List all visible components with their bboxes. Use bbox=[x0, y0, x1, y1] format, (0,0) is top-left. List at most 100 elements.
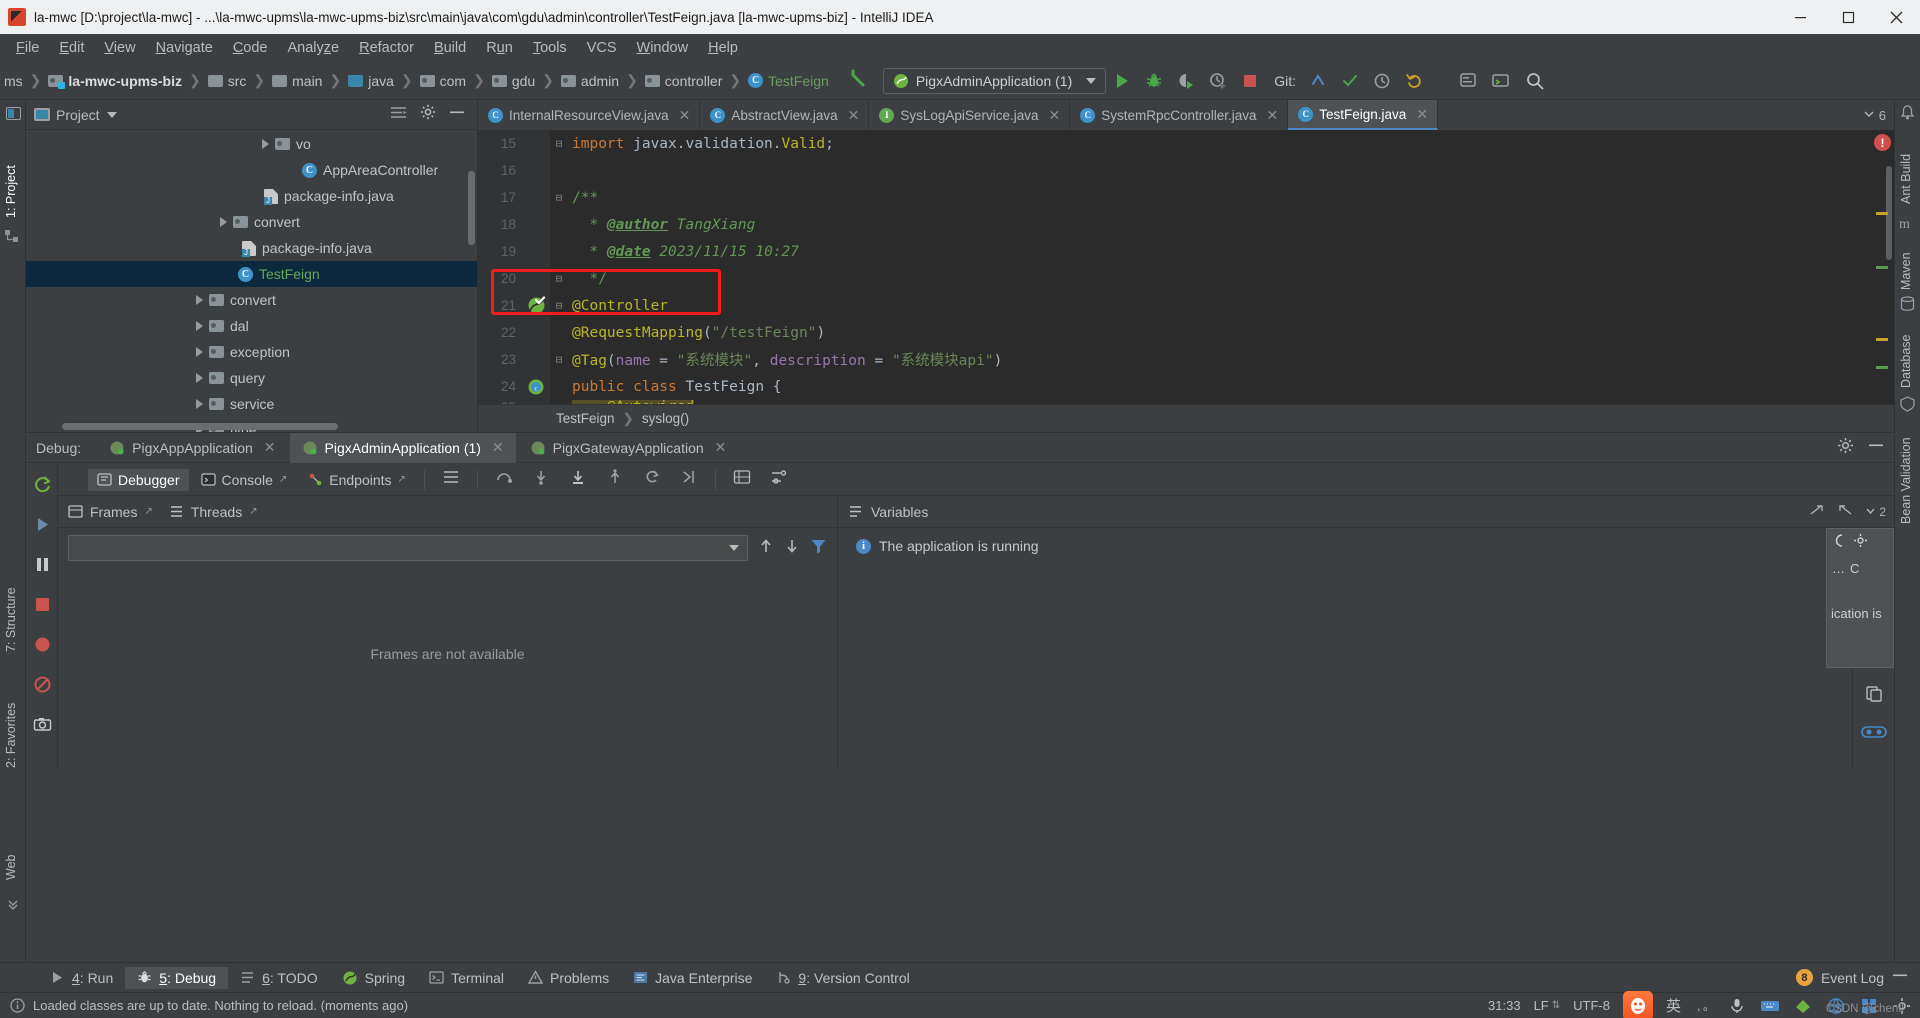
tree-item-test-feign[interactable]: C TestFeign bbox=[26, 261, 477, 287]
step-over-icon[interactable] bbox=[487, 469, 521, 490]
balloon-copy-icon[interactable] bbox=[1832, 533, 1847, 551]
bottom-item-terminal[interactable]: Terminal bbox=[417, 967, 516, 989]
editor-tab-system-rpc-controller[interactable]: C SystemRpcController.java ✕ bbox=[1070, 100, 1289, 130]
tree-item-convert-2[interactable]: convert bbox=[26, 287, 477, 313]
debug-session-tab-pigx-admin[interactable]: PigxAdminApplication (1) ✕ bbox=[289, 432, 516, 463]
debug-action-rail[interactable] bbox=[26, 464, 58, 768]
variables-pane-header[interactable]: Variables 2 bbox=[838, 496, 1894, 528]
rerun-debug-icon[interactable] bbox=[26, 464, 58, 504]
debug-tool-window[interactable]: Debug: PigxAppApplication ✕ PigxAdminApp… bbox=[26, 432, 1894, 768]
tab-debugger[interactable]: Debugger bbox=[88, 468, 189, 491]
screenshot-icon[interactable] bbox=[26, 704, 58, 744]
bottom-item-problems[interactable]: Problems bbox=[516, 967, 621, 989]
tree-item-app-area-controller[interactable]: C AppAreaController bbox=[26, 157, 477, 183]
frames-pane[interactable]: Frames ↗ Threads ↗ Frames are not availa… bbox=[58, 496, 838, 768]
chevron-down-icon[interactable] bbox=[1086, 77, 1097, 84]
debug-settings-gear-icon[interactable] bbox=[1837, 437, 1854, 459]
tab-threads[interactable]: Threads ↗ bbox=[169, 504, 258, 520]
minimize-button[interactable] bbox=[1776, 0, 1824, 34]
close-tab-icon[interactable]: ✕ bbox=[679, 107, 691, 124]
error-stripe-info[interactable] bbox=[1876, 266, 1888, 269]
sidebar-item-maven[interactable]: Maven bbox=[1899, 234, 1913, 290]
tree-item-vo[interactable]: vo bbox=[26, 131, 477, 157]
layout-settings-icon[interactable] bbox=[762, 469, 796, 490]
tab-endpoints[interactable]: Endpoints ↗ bbox=[299, 469, 415, 491]
profiler-button[interactable] bbox=[1202, 66, 1234, 96]
line-separator[interactable]: LF ⇅ bbox=[1534, 998, 1561, 1013]
menu-file[interactable]: File bbox=[6, 37, 49, 59]
variables-row-app-running[interactable]: i The application is running bbox=[838, 528, 1852, 554]
inspection-error-badge[interactable]: ! bbox=[1874, 134, 1891, 151]
breadcrumb-method[interactable]: syslog() bbox=[642, 411, 689, 426]
microphone-icon[interactable] bbox=[1727, 996, 1747, 1016]
project-tree[interactable]: vo C AppAreaController package-info.java… bbox=[26, 131, 477, 432]
menu-code[interactable]: Code bbox=[223, 37, 278, 59]
breadcrumb-item-src[interactable]: src bbox=[204, 71, 251, 91]
show-execution-point-icon[interactable] bbox=[434, 469, 468, 490]
stop-button[interactable] bbox=[1234, 66, 1266, 96]
menu-run[interactable]: Run bbox=[476, 37, 523, 59]
stop-program-icon[interactable] bbox=[26, 584, 58, 624]
menu-window[interactable]: Window bbox=[627, 37, 699, 59]
structure-small-icon[interactable] bbox=[4, 228, 22, 246]
close-session-icon[interactable]: ✕ bbox=[492, 439, 504, 456]
gear-icon[interactable] bbox=[420, 104, 436, 125]
sidebar-item-web[interactable]: Web bbox=[4, 834, 18, 880]
tree-item-exception[interactable]: exception bbox=[26, 339, 477, 365]
emoji-icon[interactable] bbox=[1793, 996, 1813, 1016]
project-window-icon[interactable] bbox=[4, 104, 22, 122]
tab-detach-indicator[interactable]: ↗ bbox=[279, 474, 287, 485]
breadcrumb-item-admin[interactable]: admin bbox=[557, 71, 623, 91]
editor-tab-abstract-view[interactable]: C AbstractView.java ✕ bbox=[700, 100, 870, 130]
ime-language-indicator[interactable]: 英 bbox=[1666, 995, 1681, 1016]
thread-select[interactable] bbox=[68, 535, 748, 561]
chevron-right-icon[interactable] bbox=[196, 373, 203, 383]
window-controls[interactable] bbox=[1776, 0, 1920, 34]
hide-bottom-bar-icon[interactable] bbox=[1892, 968, 1908, 987]
breadcrumb-class[interactable]: TestFeign bbox=[556, 411, 615, 426]
step-out-icon[interactable] bbox=[598, 469, 632, 490]
menu-help[interactable]: Help bbox=[698, 37, 748, 59]
error-stripe-warning[interactable] bbox=[1876, 212, 1888, 215]
thread-selector-row[interactable] bbox=[58, 528, 837, 568]
move-down-icon[interactable] bbox=[784, 537, 800, 560]
git-rollback-icon[interactable] bbox=[1398, 66, 1430, 96]
frames-pane-header[interactable]: Frames ↗ Threads ↗ bbox=[58, 496, 837, 528]
chevron-down-icon[interactable] bbox=[106, 111, 117, 118]
tree-item-service[interactable]: service bbox=[26, 391, 477, 417]
run-button[interactable] bbox=[1106, 66, 1138, 96]
editor-tab-bar[interactable]: C InternalResourceView.java ✕ C Abstract… bbox=[478, 100, 1894, 130]
breadcrumb-item-main[interactable]: main bbox=[268, 71, 326, 91]
spring-bean-gutter-icon[interactable] bbox=[522, 296, 550, 315]
sidebar-item-ant-build[interactable]: Ant Build bbox=[1899, 128, 1913, 204]
copy-value-icon[interactable] bbox=[1865, 678, 1883, 710]
pause-program-icon[interactable] bbox=[26, 544, 58, 584]
variables-pane[interactable]: Variables 2 i The application is running bbox=[838, 496, 1894, 768]
git-history-icon[interactable] bbox=[1366, 66, 1398, 96]
close-session-icon[interactable]: ✕ bbox=[264, 439, 276, 456]
hide-panel-icon[interactable] bbox=[449, 105, 465, 124]
breadcrumb-item-java[interactable]: java bbox=[344, 71, 398, 91]
tree-item-convert-1[interactable]: convert bbox=[26, 209, 477, 235]
bottom-item-debug[interactable]: 5: Debug bbox=[125, 966, 229, 989]
filter-frames-icon[interactable] bbox=[810, 537, 827, 560]
menu-vcs[interactable]: VCS bbox=[577, 37, 627, 59]
event-log-area[interactable]: 8 Event Log bbox=[1795, 968, 1920, 987]
menu-edit[interactable]: Edit bbox=[49, 37, 94, 59]
menu-refactor[interactable]: Refactor bbox=[349, 37, 424, 59]
resume-program-icon[interactable] bbox=[26, 504, 58, 544]
force-step-into-icon[interactable] bbox=[561, 469, 595, 490]
debug-sessions-bar[interactable]: Debug: PigxAppApplication ✕ PigxAdminApp… bbox=[26, 432, 1894, 463]
fold-handle-icon[interactable]: ⊟ bbox=[550, 272, 568, 285]
tab-frames[interactable]: Frames ↗ bbox=[68, 504, 153, 520]
breadcrumb-item-module[interactable]: la-mwc-upms-biz bbox=[44, 71, 186, 91]
status-bar[interactable]: Loaded classes are up to date. Nothing t… bbox=[0, 990, 1920, 1018]
view-breakpoints-icon[interactable] bbox=[26, 624, 58, 664]
menu-bar[interactable]: File Edit View Navigate Code Analyze Ref… bbox=[0, 34, 1920, 62]
left-tool-window-strip[interactable]: 1: Project 2: Favorites 7: Structure Web bbox=[0, 100, 26, 978]
project-tree-vertical-scrollbar[interactable] bbox=[468, 171, 475, 245]
git-update-project-icon[interactable] bbox=[1302, 66, 1334, 96]
chevron-right-icon[interactable] bbox=[220, 217, 227, 227]
settings-icon[interactable] bbox=[1452, 66, 1484, 96]
evaluate-expression-icon[interactable] bbox=[725, 469, 759, 490]
